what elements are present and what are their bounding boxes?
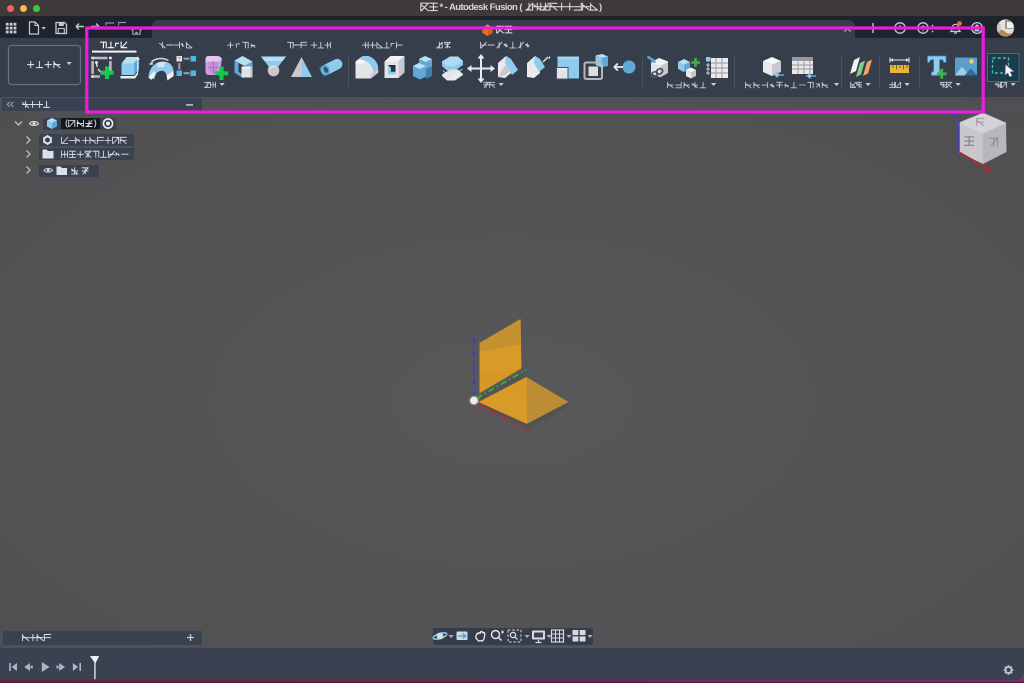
svg-text:X: X: [984, 166, 991, 177]
svg-text:): ): [599, 2, 602, 13]
svg-text:* - Autodesk Fusion (: * - Autodesk Fusion (: [440, 2, 524, 13]
